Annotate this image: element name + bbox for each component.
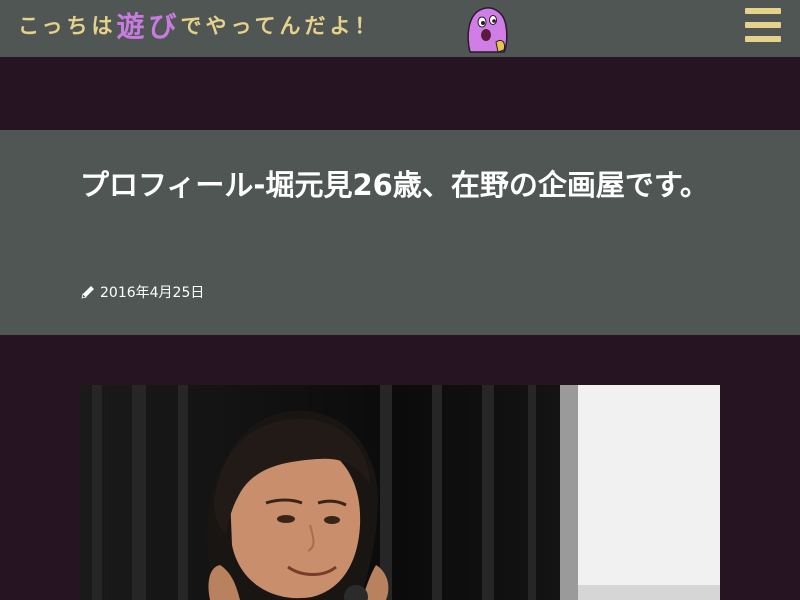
post-meta: 2016年4月25日 [80, 282, 204, 302]
logo-text-suffix: でやってんだよ！ [180, 14, 380, 38]
site-header: こっちは 遊び でやってんだよ！ [0, 0, 800, 57]
pencil-icon [81, 286, 94, 299]
hamburger-menu-button[interactable] [740, 5, 786, 45]
menu-bar [745, 36, 781, 42]
featured-photo [80, 385, 720, 600]
logo-text-prefix: こっちは [18, 14, 117, 38]
menu-bar [745, 8, 781, 14]
featured-image [80, 385, 720, 600]
site-logo[interactable]: こっちは 遊び でやってんだよ！ [18, 5, 380, 45]
menu-bar [745, 22, 781, 28]
page-title: プロフィール-堀元見26歳、在野の企画屋です。 [80, 168, 709, 202]
purple-mascot-icon [467, 7, 508, 53]
post-date: 2016年4月25日 [100, 285, 205, 301]
post-header [0, 130, 800, 335]
logo-text-accent: 遊び [116, 10, 181, 43]
